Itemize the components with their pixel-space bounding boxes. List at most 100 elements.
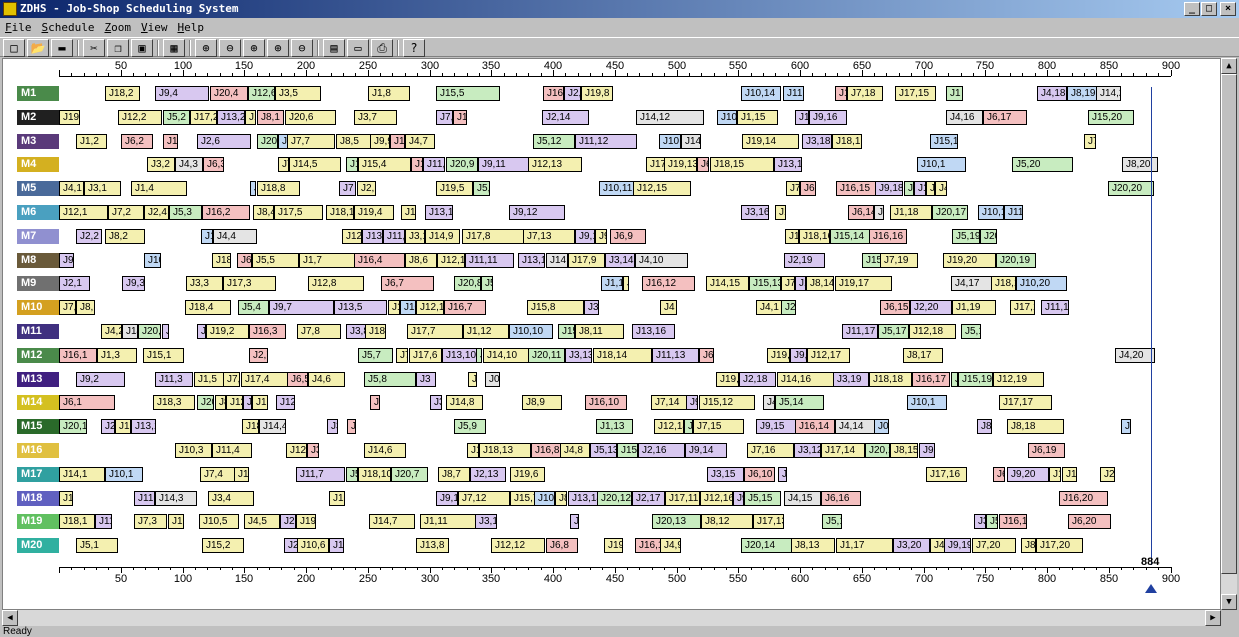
scroll-up-icon[interactable]: ▲ xyxy=(1221,58,1237,74)
job-block[interactable]: J2,1 xyxy=(101,419,115,434)
job-block[interactable]: J15,19 xyxy=(958,372,993,387)
job-block[interactable]: J8,13 xyxy=(791,538,835,553)
job-block[interactable]: J17,4 xyxy=(241,372,288,387)
machine-label-m17[interactable]: M17 xyxy=(17,467,59,482)
job-block[interactable]: J14,5 xyxy=(289,157,341,172)
job-block[interactable]: J4 xyxy=(935,181,947,196)
job-block[interactable]: J8,1 xyxy=(257,110,284,125)
job-block[interactable]: J18,17 xyxy=(832,134,862,149)
machine-label-m13[interactable]: M13 xyxy=(17,372,59,387)
job-block[interactable]: J2,18 xyxy=(739,372,776,387)
job-block[interactable]: J13,1 xyxy=(425,205,453,220)
job-block[interactable]: J3,10 xyxy=(405,229,425,244)
job-block[interactable]: J1 xyxy=(795,110,809,125)
job-block[interactable]: J18 xyxy=(212,253,231,268)
job-block[interactable]: J11,1 xyxy=(95,514,112,529)
job-block[interactable]: J13,10 xyxy=(442,348,477,363)
job-block[interactable]: J5,20 xyxy=(1012,157,1073,172)
job-block[interactable]: J5,7 xyxy=(358,348,393,363)
machine-label-m12[interactable]: M12 xyxy=(17,348,59,363)
job-block[interactable]: J20,9 xyxy=(446,157,478,172)
job-block[interactable]: J11,17 xyxy=(842,324,878,339)
job-block[interactable]: J3 xyxy=(307,443,319,458)
job-block[interactable]: J13,16 xyxy=(632,324,675,339)
job-block[interactable]: J10 xyxy=(144,253,161,268)
menu-zoom[interactable]: Zoom xyxy=(99,20,136,36)
job-block[interactable]: J12,1 xyxy=(437,253,465,268)
job-block[interactable]: J1,2 xyxy=(76,134,107,149)
menu-schedule[interactable]: Schedule xyxy=(37,20,100,36)
job-block[interactable]: J3,5 xyxy=(275,86,321,101)
job-block[interactable]: J19 xyxy=(388,300,400,315)
job-block[interactable]: J7,20 xyxy=(972,538,1016,553)
job-block[interactable]: J2 xyxy=(162,324,169,339)
job-block[interactable]: J16 xyxy=(453,110,467,125)
job-block[interactable]: J6,20 xyxy=(1068,514,1111,529)
job-block[interactable]: J11,10 xyxy=(423,157,445,172)
job-block[interactable]: J16,4 xyxy=(354,253,405,268)
open-icon[interactable]: 📂 xyxy=(27,39,49,57)
job-block[interactable]: J18,14 xyxy=(593,348,652,363)
gantt-chart[interactable]: 50 100 150 200 250 300 350 400 450 500 550 600 650 70… xyxy=(2,58,1221,610)
job-block[interactable]: J5,5 xyxy=(252,253,299,268)
job-block[interactable]: J12,12 xyxy=(491,538,545,553)
job-block[interactable]: J13,2 xyxy=(217,110,245,125)
job-block[interactable]: J18,1 xyxy=(991,276,1016,291)
job-block[interactable]: J2,16 xyxy=(638,443,685,458)
job-block[interactable]: J11,12 xyxy=(575,134,637,149)
job-block[interactable]: J1 xyxy=(835,86,847,101)
job-block[interactable]: J4,8 xyxy=(560,443,590,458)
job-block[interactable]: J9 xyxy=(59,253,74,268)
new-icon[interactable]: □ xyxy=(3,39,25,57)
job-block[interactable]: J20 xyxy=(197,395,214,410)
job-block[interactable]: J9,18 xyxy=(875,181,903,196)
job-block[interactable]: J14,2 xyxy=(122,324,138,339)
job-block[interactable]: J15 xyxy=(401,205,416,220)
job-block[interactable]: J20,19 xyxy=(996,253,1036,268)
job-block[interactable]: J4,10 xyxy=(635,253,688,268)
job-block[interactable]: J18,13 xyxy=(479,443,531,458)
machine-label-m8[interactable]: M8 xyxy=(17,253,59,268)
job-block[interactable]: J3,15 xyxy=(707,467,744,482)
job-block[interactable]: J11,11 xyxy=(465,253,514,268)
job-block[interactable]: J10,1 xyxy=(105,467,143,482)
job-block[interactable]: J15,4 xyxy=(358,157,411,172)
job-block[interactable]: J6 xyxy=(697,157,709,172)
job-block[interactable]: J11 xyxy=(795,276,806,291)
job-block[interactable]: J7 xyxy=(278,157,289,172)
job-block[interactable]: J8,2 xyxy=(105,229,145,244)
job-block[interactable]: J16,8 xyxy=(531,443,561,458)
job-block[interactable]: J12,17 xyxy=(807,348,850,363)
job-block[interactable]: J19 xyxy=(59,110,80,125)
job-block[interactable]: J12,9 xyxy=(276,395,295,410)
job-block[interactable]: J18,1 xyxy=(365,324,386,339)
job-block[interactable]: J0,7 xyxy=(874,419,889,434)
job-block[interactable]: J7,2 xyxy=(108,205,144,220)
job-block[interactable]: J7,3 xyxy=(134,514,167,529)
job-block[interactable]: J11,9 xyxy=(383,229,405,244)
job-block[interactable]: J13,5 xyxy=(334,300,387,315)
job-block[interactable]: J3 xyxy=(430,395,442,410)
job-block[interactable]: J20,3 xyxy=(257,134,278,149)
job-block[interactable]: J14,12 xyxy=(636,110,704,125)
job-block[interactable]: J1,1 xyxy=(1049,467,1061,482)
job-block[interactable]: J19 xyxy=(604,538,623,553)
job-block[interactable]: J17,8 xyxy=(462,229,524,244)
job-block[interactable]: J3 xyxy=(416,372,436,387)
job-block[interactable]: J8,15 xyxy=(890,443,918,458)
job-block[interactable]: J10,1 xyxy=(978,205,1004,220)
job-block[interactable]: J10 xyxy=(201,229,213,244)
job-block[interactable]: J13 xyxy=(926,181,935,196)
job-block[interactable]: J16,14 xyxy=(795,419,835,434)
job-block[interactable]: J3,13 xyxy=(565,348,592,363)
job-block[interactable]: J5,1 xyxy=(473,181,490,196)
job-block[interactable]: J20,7 xyxy=(391,467,428,482)
job-block[interactable]: J13,1 xyxy=(774,157,802,172)
job-block[interactable]: J5,1 xyxy=(904,181,914,196)
job-block[interactable]: J7,8 xyxy=(297,324,341,339)
job-block[interactable]: J4,6 xyxy=(308,372,345,387)
job-block[interactable]: J19,4 xyxy=(354,205,394,220)
job-block[interactable]: J16,20 xyxy=(1059,491,1108,506)
job-block[interactable]: J1,18 xyxy=(890,205,932,220)
job-block[interactable]: J3,1 xyxy=(84,181,121,196)
